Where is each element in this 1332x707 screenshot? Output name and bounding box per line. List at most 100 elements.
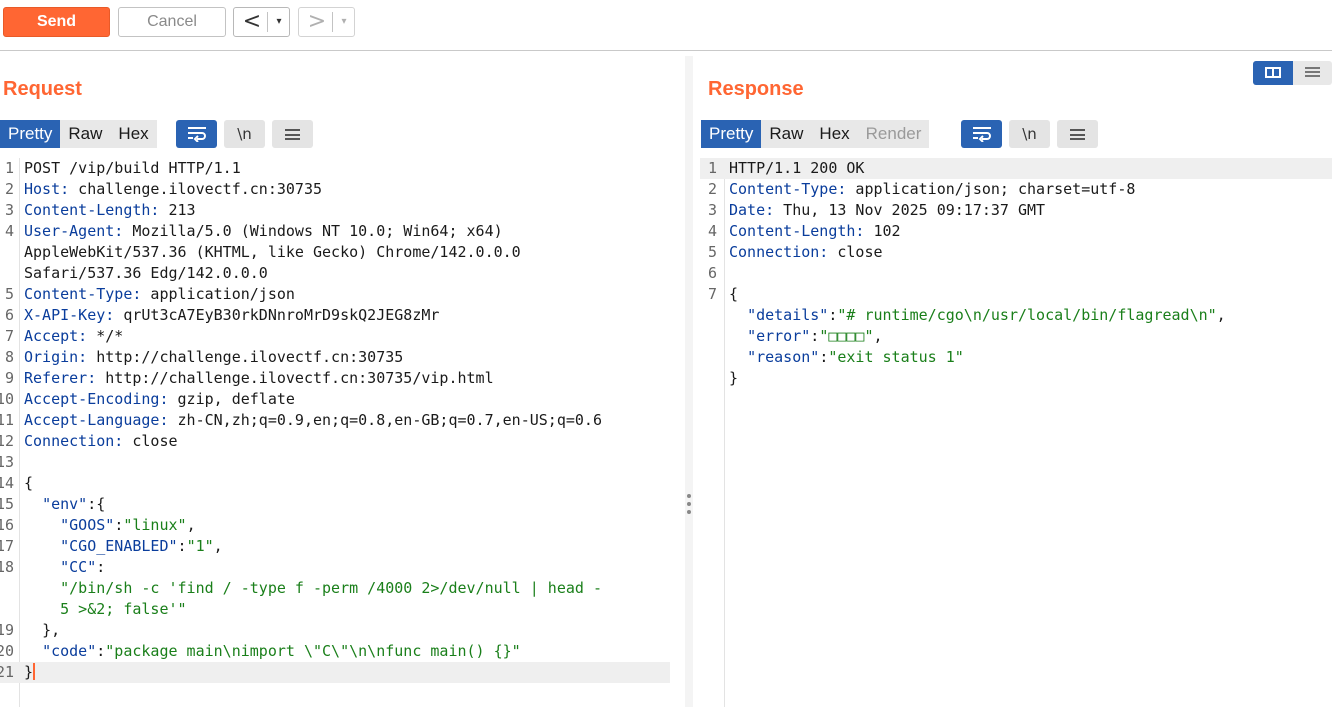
tab-pretty[interactable]: Pretty [0, 120, 61, 148]
line-content: }, [24, 620, 60, 641]
request-editor[interactable]: 1 POST /vip/build HTTP/1.1 2 Host: challeng… [0, 158, 670, 698]
layout-toggle[interactable] [1253, 61, 1332, 85]
line-content: Content-Length: 213 [24, 200, 196, 221]
line-number: 2 [4, 180, 14, 198]
tab-hex[interactable]: Hex [811, 120, 858, 148]
line-number: 9 [4, 369, 14, 387]
code-line: 3 Content-Length: 213 [0, 200, 670, 221]
code-line: 13 [0, 452, 670, 473]
json-string: 5 >&2; false'" [60, 600, 187, 618]
request-word-wrap-button[interactable] [176, 120, 217, 148]
line-number: 4 [707, 222, 717, 240]
json-key: "error" [747, 327, 811, 345]
header-name: Content-Length: [729, 222, 865, 240]
code-line: 20 "code":"package main\nimport \"C\"\n\… [0, 641, 670, 662]
stacked-layout-icon[interactable] [1305, 67, 1320, 78]
json-punct: , [1216, 306, 1226, 324]
cancel-button[interactable]: Cancel [118, 7, 226, 37]
request-title: Request [3, 78, 82, 100]
request-view-tabs: Pretty Raw Hex [0, 120, 157, 148]
line-number: 6 [707, 264, 717, 282]
word-wrap-icon [188, 127, 206, 142]
line-content: } [729, 368, 738, 389]
code-line: } [700, 368, 1332, 389]
chevron-down-icon[interactable]: ▾ [335, 8, 353, 36]
line-content: } [24, 662, 36, 683]
json-key: "env" [42, 495, 88, 513]
back-button[interactable]: < ▾ [233, 7, 290, 37]
drag-handle-icon[interactable] [686, 494, 692, 518]
line-content: "reason":"exit status 1" [729, 347, 964, 368]
line-content: Referer: http://challenge.ilovectf.cn:30… [24, 368, 494, 389]
json-colon: : [810, 327, 820, 345]
response-editor[interactable]: 1 HTTP/1.1 200 OK 2 Content-Type: applicati… [700, 158, 1332, 698]
json-colon: : [87, 495, 97, 513]
line-content: Content-Type: application/json; charset=… [729, 179, 1135, 200]
line-content: X-API-Key: qrUt3cA7EyB30rkDNnroMrD9skQ2J… [24, 305, 439, 326]
header-value: POST /vip/build HTTP/1.1 [24, 159, 241, 177]
json-key: "details" [747, 306, 829, 324]
response-newline-toggle[interactable]: \n [1009, 120, 1050, 148]
code-line: 16 "GOOS":"linux", [0, 515, 670, 536]
hamburger-menu-icon [285, 129, 300, 140]
forward-button[interactable]: > ▾ [298, 7, 355, 37]
code-line: 14 { [0, 473, 670, 494]
line-number: 15 [0, 495, 14, 513]
tab-pretty[interactable]: Pretty [701, 120, 762, 148]
send-button[interactable]: Send [3, 7, 110, 37]
json-key: "GOOS" [60, 516, 115, 534]
header-name: Content-Length: [24, 201, 160, 219]
line-number: 17 [0, 537, 14, 555]
header-value: Thu, 13 Nov 2025 09:17:37 GMT [774, 201, 1046, 219]
json-string: "1" [186, 537, 214, 555]
code-line: "details":"# runtime/cgo\n/usr/local/bin… [700, 305, 1332, 326]
code-line: 7{ [700, 284, 1332, 305]
code-line: 4 User-Agent: Mozilla/5.0 (Windows NT 10.… [0, 221, 670, 242]
response-word-wrap-button[interactable] [961, 120, 1002, 148]
json-string: "# runtime/cgo\n/usr/local/bin/flagread\… [837, 306, 1217, 324]
code-line: 2 Content-Type: application/json; charset… [700, 179, 1332, 200]
header-value: application/json; charset=utf-8 [846, 180, 1136, 198]
panel-splitter[interactable] [685, 56, 693, 707]
line-number: 20 [0, 642, 14, 660]
code-line: 5 Content-Type: application/json [0, 284, 670, 305]
line-content: "CC": [24, 557, 105, 578]
split-layout-icon[interactable] [1253, 61, 1293, 85]
chevron-left-icon: < [242, 9, 262, 34]
json-punct: , [186, 516, 196, 534]
json-punct: { [24, 474, 34, 492]
json-colon: : [177, 537, 187, 555]
request-menu-button[interactable] [272, 120, 313, 148]
tab-hex[interactable]: Hex [110, 120, 157, 148]
line-number: 12 [0, 432, 14, 450]
header-value: zh-CN,zh;q=0.9,en;q=0.8,en-GB;q=0.7,en-U… [168, 411, 602, 429]
line-content: AppleWebKit/537.36 (KHTML, like Gecko) C… [24, 242, 521, 263]
code-line: 21} [0, 662, 670, 683]
line-number: 11 [0, 411, 14, 429]
word-wrap-icon [973, 127, 991, 142]
header-name: Date: [729, 201, 775, 219]
request-newline-toggle[interactable]: \n [224, 120, 265, 148]
response-menu-button[interactable] [1057, 120, 1098, 148]
header-value: HTTP/1.1 200 OK [729, 159, 865, 177]
code-line: 3 Date: Thu, 13 Nov 2025 09:17:37 GMT [700, 200, 1332, 221]
header-name: Connection: [729, 243, 829, 261]
line-content: Connection: close [24, 431, 178, 452]
json-string: "/bin/sh -c 'find / -type f -perm /4000 … [60, 579, 602, 597]
chevron-down-icon[interactable]: ▾ [270, 8, 288, 36]
line-number: 5 [707, 243, 717, 261]
tab-raw[interactable]: Raw [60, 120, 111, 148]
header-value: http://challenge.ilovectf.cn:30735 [87, 348, 404, 366]
line-content: Content-Type: application/json [24, 284, 295, 305]
tab-raw[interactable]: Raw [761, 120, 812, 148]
hamburger-menu-icon [1070, 129, 1085, 140]
line-content: Content-Length: 102 [729, 221, 901, 242]
header-value: application/json [141, 285, 295, 303]
response-view-tabs: Pretty Raw Hex Render [701, 120, 930, 148]
line-content: Safari/537.36 Edg/142.0.0.0 [24, 263, 268, 284]
